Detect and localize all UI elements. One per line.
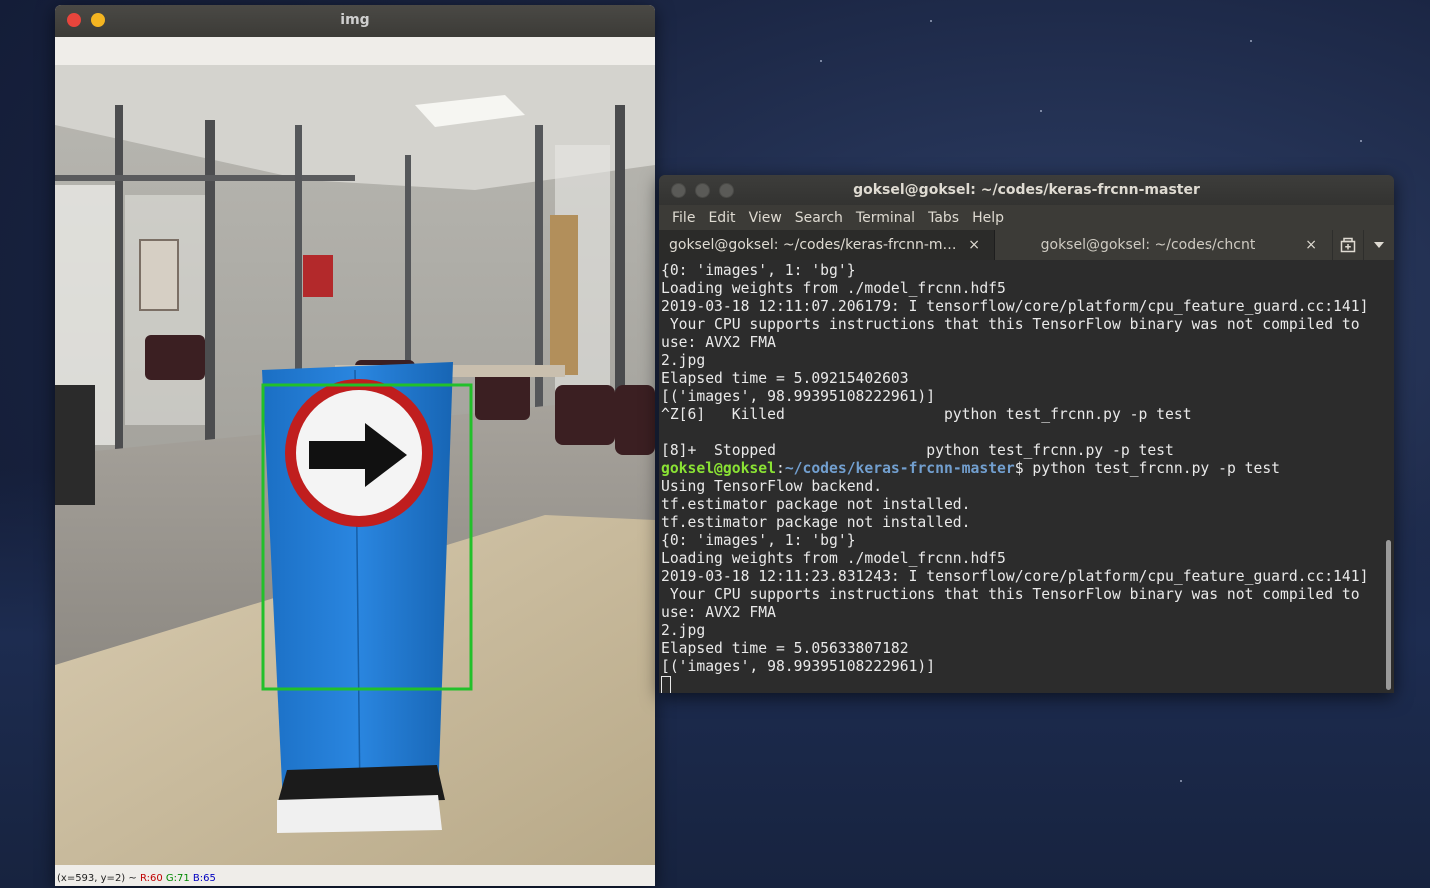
terminal-line: use: AVX2 FMA [661, 604, 776, 621]
prompt-path: ~/codes/keras-frcnn-master [784, 460, 1015, 477]
terminal-output[interactable]: {0: 'images', 1: 'bg'} Loading weights f… [659, 260, 1382, 693]
menu-file[interactable]: File [672, 210, 695, 226]
status-r: R:60 [139, 873, 163, 884]
status-g: G:71 [165, 873, 190, 884]
star [1180, 780, 1182, 782]
photo-office-sign [55, 65, 655, 865]
terminal-line: Loading weights from ./model_frcnn.hdf5 [661, 280, 1006, 297]
scrollbar[interactable] [1382, 260, 1394, 693]
terminal-line: 2019-03-18 12:11:07.206179: I tensorflow… [661, 298, 1369, 315]
tab-label: goksel@goksel: ~/codes/chcnt [1040, 237, 1256, 253]
terminal-line: tf.estimator package not installed. [661, 496, 971, 513]
tab-label: goksel@goksel: ~/codes/keras-frcnn-mas..… [669, 237, 964, 253]
menu-terminal[interactable]: Terminal [856, 210, 915, 226]
close-icon[interactable]: × [968, 230, 980, 260]
star [1040, 110, 1042, 112]
new-tab-icon[interactable] [1332, 230, 1363, 260]
terminal-line: Elapsed time = 5.09215402603 [661, 370, 909, 387]
status-coords: (x=593, y=2) ~ [57, 873, 140, 884]
window-title: goksel@goksel: ~/codes/keras-frcnn-maste… [853, 182, 1200, 198]
window-title: img [340, 12, 370, 28]
close-icon[interactable]: × [1305, 230, 1317, 260]
tab-chcnt[interactable]: goksel@goksel: ~/codes/chcnt × [995, 230, 1331, 260]
terminal-line: Your CPU supports instructions that this… [661, 586, 1360, 603]
terminal-line: 2.jpg [661, 622, 706, 639]
menu-help[interactable]: Help [972, 210, 1004, 226]
terminal-line: ^Z[6] Killed python test_frcnn.py -p tes… [661, 406, 1192, 423]
terminal-line: 2019-03-18 12:11:23.831243: I tensorflow… [661, 568, 1369, 585]
tab-actions [1332, 230, 1394, 260]
menu-tabs[interactable]: Tabs [928, 210, 959, 226]
menu-edit[interactable]: Edit [708, 210, 735, 226]
prompt-user: goksel@goksel [661, 460, 776, 477]
img-toolbar [55, 37, 655, 66]
terminal-line: {0: 'images', 1: 'bg'} [661, 532, 856, 549]
menu-view[interactable]: View [749, 210, 782, 226]
text-cursor [661, 676, 671, 693]
menu-bar: File Edit View Search Terminal Tabs Help [659, 205, 1394, 230]
menu-search[interactable]: Search [795, 210, 843, 226]
star [930, 20, 932, 22]
star [1360, 140, 1362, 142]
terminal-line: Loading weights from ./model_frcnn.hdf5 [661, 550, 1006, 567]
pixel-status-bar: (x=593, y=2) ~ R:60 G:71 B:65 [55, 871, 655, 886]
cursor-line [661, 676, 1382, 693]
scrollbar-thumb[interactable] [1386, 540, 1391, 690]
terminal-line: [('images', 98.99395108222961)] [661, 658, 936, 675]
tab-keras-frcnn[interactable]: goksel@goksel: ~/codes/keras-frcnn-mas..… [659, 230, 995, 260]
terminal-line: tf.estimator package not installed. [661, 514, 971, 531]
star [1250, 40, 1252, 42]
terminal-line: Using TensorFlow backend. [661, 478, 883, 495]
terminal-titlebar[interactable]: goksel@goksel: ~/codes/keras-frcnn-maste… [659, 175, 1394, 205]
terminal-line: [8]+ Stopped python test_frcnn.py -p tes… [661, 442, 1174, 459]
status-b: B:65 [192, 873, 216, 884]
prompt-command: python test_frcnn.py -p test [1032, 460, 1281, 477]
image-canvas[interactable] [55, 65, 655, 865]
terminal-line: {0: 'images', 1: 'bg'} [661, 262, 856, 279]
star [820, 60, 822, 62]
chevron-down-icon[interactable] [1363, 230, 1394, 260]
prompt-symbol: $ [1014, 460, 1033, 477]
terminal-line: use: AVX2 FMA [661, 334, 776, 351]
prompt-line: goksel@goksel:~/codes/keras-frcnn-master… [661, 460, 1281, 477]
terminal-line: Elapsed time = 5.05633807182 [661, 640, 909, 657]
terminal-line: 2.jpg [661, 352, 706, 369]
terminal-window[interactable]: goksel@goksel: ~/codes/keras-frcnn-maste… [659, 175, 1394, 693]
terminal-line: Your CPU supports instructions that this… [661, 316, 1360, 333]
img-window[interactable]: img (x=593, y=2) ~ R:60 G:71 B:65 [55, 5, 655, 886]
tab-bar: goksel@goksel: ~/codes/keras-frcnn-mas..… [659, 230, 1394, 261]
terminal-line: [('images', 98.99395108222961)] [661, 388, 936, 405]
img-titlebar[interactable]: img [55, 5, 655, 37]
